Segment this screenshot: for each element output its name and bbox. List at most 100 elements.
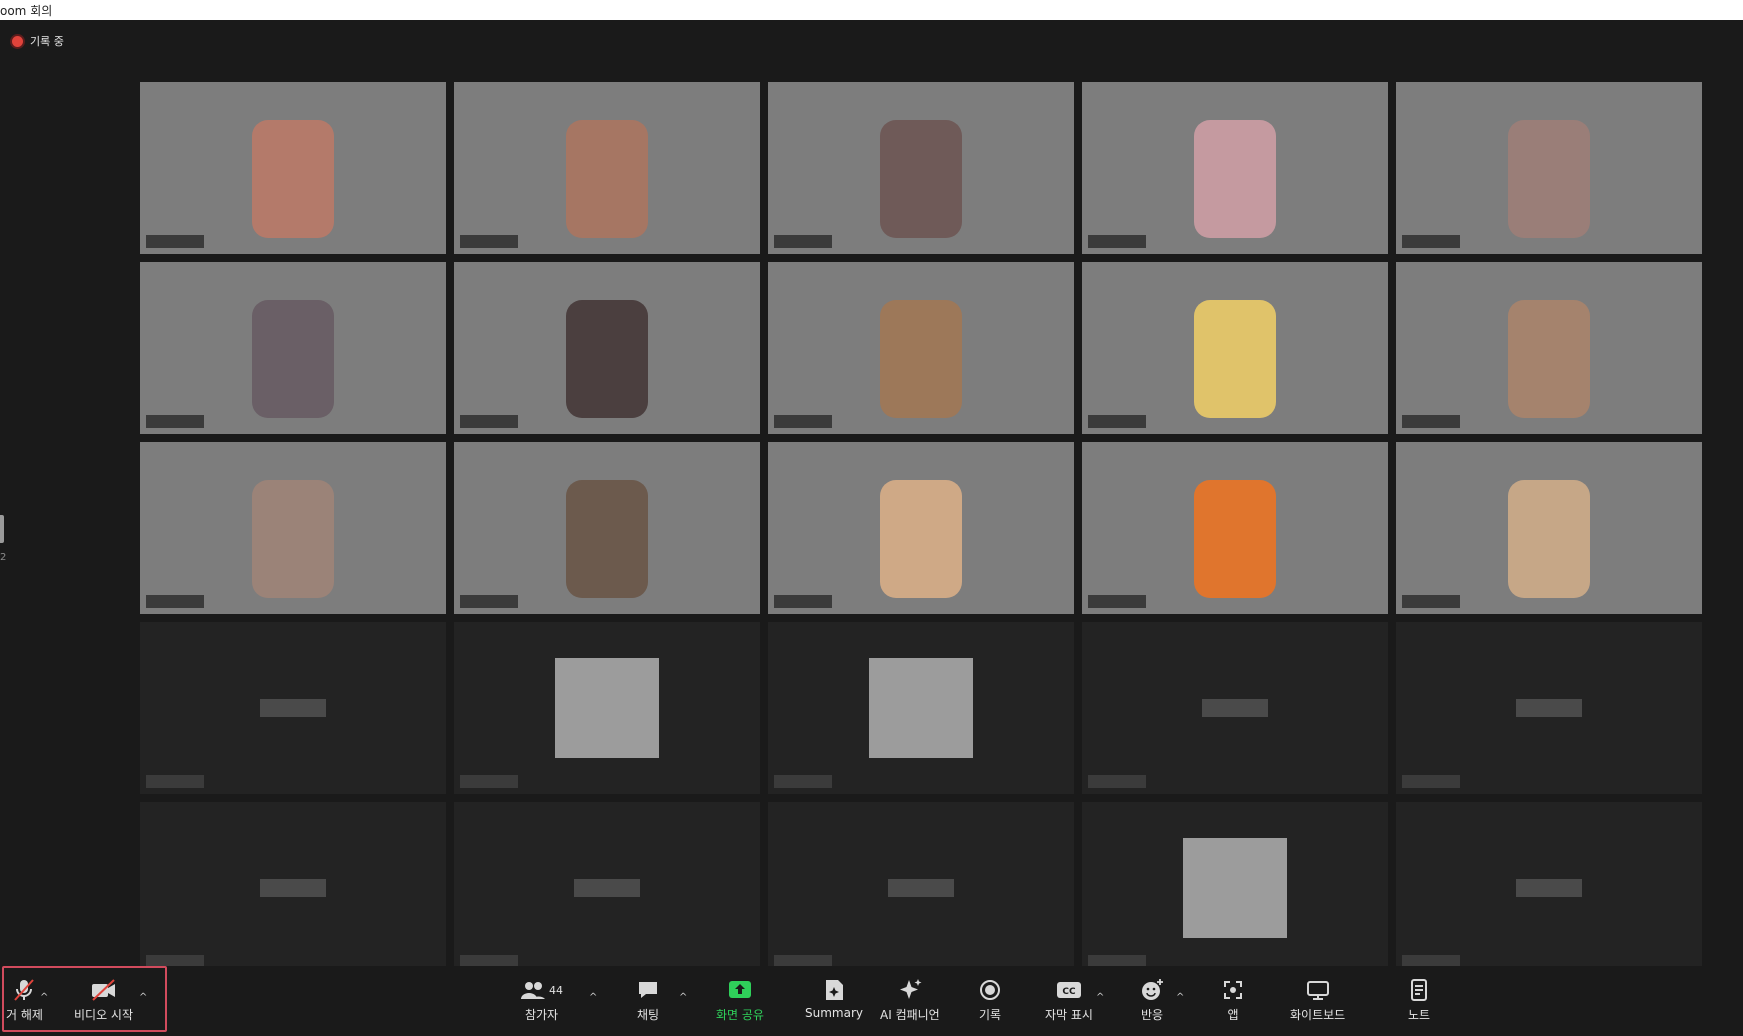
- participant-name-tag: [1088, 775, 1146, 788]
- apps-button[interactable]: 앱: [1222, 978, 1244, 1023]
- selection-highlight-box: [2, 966, 167, 1032]
- share-screen-label: 화면 공유: [716, 1008, 764, 1022]
- participant-name-tag: [1402, 415, 1460, 428]
- record-button[interactable]: 기록: [979, 978, 1001, 1023]
- participants-count: 44: [549, 983, 563, 997]
- participant-video-tile[interactable]: [1082, 442, 1388, 614]
- captions-button[interactable]: CC 자막 표시: [1045, 978, 1093, 1023]
- participant-name-tag: [774, 415, 832, 428]
- reactions-options-caret[interactable]: ^: [1176, 992, 1184, 1003]
- summary-label: Summary: [805, 1006, 863, 1020]
- participant-video-tile[interactable]: [1396, 442, 1702, 614]
- notes-icon: [1408, 978, 1430, 1002]
- record-icon: [979, 978, 1001, 1002]
- participant-profile-photo: [1183, 838, 1287, 938]
- ai-companion-icon: [897, 978, 923, 1002]
- record-label: 기록: [979, 1008, 1002, 1022]
- participants-options-caret[interactable]: ^: [589, 992, 597, 1003]
- participant-name-tag: [1402, 595, 1460, 608]
- participant-video-tile[interactable]: [1082, 802, 1388, 974]
- participant-video-tile[interactable]: [1082, 622, 1388, 794]
- participant-name-placeholder: [260, 879, 326, 897]
- participant-name-tag: [146, 595, 204, 608]
- participant-video-feed: [880, 479, 962, 598]
- ai-companion-button[interactable]: AI 컴패니언: [880, 978, 940, 1023]
- participant-video-feed: [1508, 479, 1590, 598]
- meeting-toolbar: 거 해제 ^ 비디오 시작 ^ 44 참가자 ^ 채팅 ^ 화면 공유 Summ…: [0, 966, 1743, 1036]
- participant-video-tile[interactable]: [768, 82, 1074, 254]
- reactions-label: 반응: [1140, 1008, 1164, 1022]
- captions-icon: CC: [1056, 978, 1082, 1002]
- participant-video-tile[interactable]: [768, 802, 1074, 974]
- svg-text:CC: CC: [1062, 987, 1076, 997]
- participants-label: 참가자: [524, 1008, 559, 1022]
- participant-video-feed: [252, 299, 334, 418]
- participant-video-tile[interactable]: [1082, 82, 1388, 254]
- captions-options-caret[interactable]: ^: [1096, 992, 1104, 1003]
- gallery-page-number: 2: [0, 552, 7, 563]
- participant-video-feed: [252, 119, 334, 238]
- participant-video-feed: [880, 119, 962, 238]
- participant-profile-photo: [555, 658, 659, 758]
- summary-icon: [823, 978, 845, 1002]
- gallery-prev-page-handle[interactable]: [0, 515, 4, 543]
- participant-name-placeholder: [1516, 879, 1582, 897]
- participant-video-tile[interactable]: [768, 622, 1074, 794]
- participant-video-feed: [1194, 479, 1276, 598]
- participant-name-tag: [146, 235, 204, 248]
- participant-video-tile[interactable]: [1396, 82, 1702, 254]
- share-screen-icon: [728, 978, 752, 1002]
- participant-video-tile[interactable]: [454, 622, 760, 794]
- whiteboard-button[interactable]: 화이트보드: [1290, 978, 1345, 1023]
- participant-video-feed: [1508, 119, 1590, 238]
- participant-video-tile[interactable]: [768, 262, 1074, 434]
- participant-name-placeholder: [260, 699, 326, 717]
- participant-video-tile[interactable]: [768, 442, 1074, 614]
- chat-options-caret[interactable]: ^: [679, 992, 687, 1003]
- whiteboard-icon: [1306, 978, 1330, 1002]
- participant-name-tag: [460, 415, 518, 428]
- notes-label: 노트: [1408, 1008, 1431, 1022]
- participant-name-tag: [460, 595, 518, 608]
- share-screen-button[interactable]: 화면 공유: [716, 978, 764, 1023]
- participant-name-placeholder: [888, 879, 954, 897]
- reactions-button[interactable]: 반응: [1140, 978, 1164, 1023]
- participant-video-tile[interactable]: [140, 262, 446, 434]
- participant-video-tile[interactable]: [1396, 802, 1702, 974]
- participant-name-tag: [460, 235, 518, 248]
- participant-name-tag: [774, 595, 832, 608]
- participant-name-tag: [146, 775, 204, 788]
- participant-video-tile[interactable]: [454, 802, 760, 974]
- participant-name-placeholder: [574, 879, 640, 897]
- participant-video-tile[interactable]: [454, 262, 760, 434]
- participant-video-feed: [566, 299, 648, 418]
- participant-name-tag: [1402, 235, 1460, 248]
- recording-dot-icon: [12, 35, 23, 47]
- participant-video-tile[interactable]: [1396, 262, 1702, 434]
- chat-button[interactable]: 채팅: [636, 978, 660, 1023]
- whiteboard-label: 화이트보드: [1290, 1008, 1346, 1022]
- reaction-icon: [1140, 978, 1164, 1002]
- recording-label: 기록 중: [30, 35, 64, 48]
- participant-name-tag: [1088, 235, 1146, 248]
- participant-name-tag: [1088, 595, 1146, 608]
- participant-video-feed: [1508, 299, 1590, 418]
- participant-video-tile[interactable]: [1082, 262, 1388, 434]
- notes-button[interactable]: 노트: [1408, 978, 1430, 1023]
- apps-icon: [1222, 978, 1244, 1002]
- participant-name-tag: [1088, 415, 1146, 428]
- recording-indicator[interactable]: 기록 중: [12, 33, 64, 49]
- participant-video-tile[interactable]: [140, 442, 446, 614]
- participant-video-tile[interactable]: [140, 82, 446, 254]
- summary-button[interactable]: Summary: [805, 978, 863, 1020]
- gallery-view-grid: [140, 82, 1702, 974]
- ai-companion-label: AI 컴패니언: [880, 1008, 940, 1022]
- participant-video-tile[interactable]: [1396, 622, 1702, 794]
- participant-video-feed: [252, 479, 334, 598]
- participant-video-tile[interactable]: [454, 442, 760, 614]
- participant-video-tile[interactable]: [140, 622, 446, 794]
- chat-label: 채팅: [636, 1008, 660, 1022]
- participant-video-tile[interactable]: [454, 82, 760, 254]
- participant-video-tile[interactable]: [140, 802, 446, 974]
- participants-button[interactable]: 44 참가자: [520, 978, 563, 1023]
